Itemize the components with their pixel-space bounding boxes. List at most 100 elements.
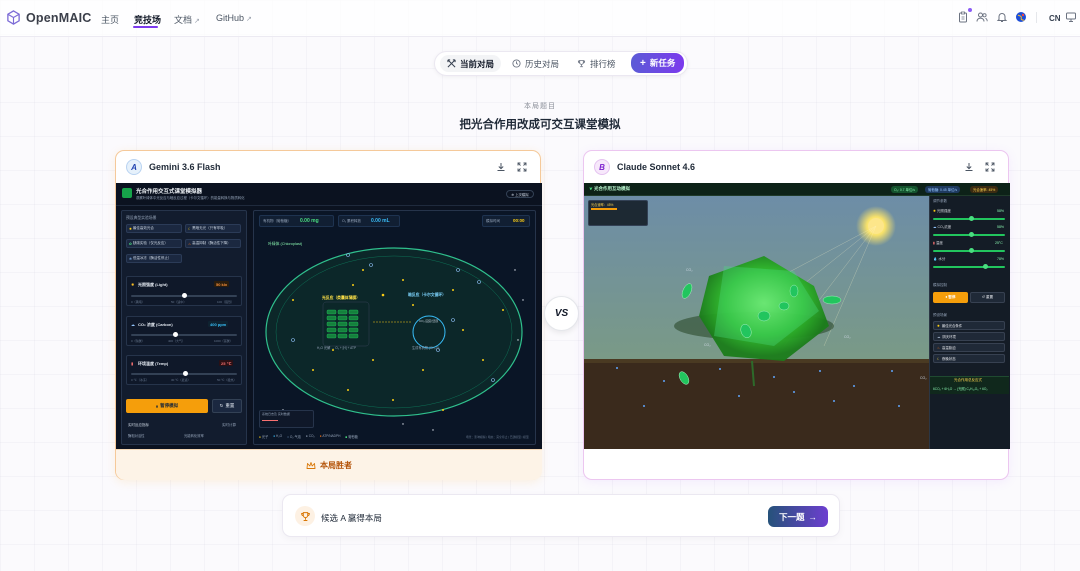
vs-badge: VS — [544, 296, 579, 331]
reset-sim-button[interactable]: ↻ 重置 — [212, 399, 242, 413]
scene-button[interactable]: ☾ 夜晚状态 — [933, 354, 1005, 363]
nav-home-link[interactable]: 主页 — [101, 13, 119, 26]
monitor-icon[interactable] — [1065, 11, 1077, 23]
legend-item: ○ O₂ 气泡 — [287, 435, 301, 439]
next-question-button[interactable]: 下一题 → — [768, 506, 828, 527]
sun-icon: ✹ — [131, 282, 135, 287]
pause-icon: ⏸ — [155, 403, 159, 409]
scene-button[interactable]: ♨ 高温胁迫 — [933, 343, 1005, 352]
language-switch[interactable]: CN — [1049, 14, 1061, 23]
sim-a-top-button[interactable]: ⊕ 上次模拟 — [506, 190, 534, 198]
logo-cube-icon — [7, 10, 20, 25]
candidate-b-card: B Claude Sonnet 4.6 ❦ 光合作用互动模拟 O₂: 0.7 单… — [583, 150, 1010, 480]
preset-chip[interactable]: ☾ 黑暗无光（只有呼吸） — [185, 224, 241, 233]
scene-button[interactable]: ☁ 阴天环境 — [933, 332, 1005, 341]
param-row: ✹ 光照强度 — [933, 209, 951, 213]
svg-text:CO₂: CO₂ — [686, 268, 693, 272]
co2-slider[interactable] — [933, 232, 1005, 237]
light-eq: H₂O 光解 → O₂ + [H] + ATP — [317, 346, 357, 350]
preset-chip[interactable]: ♨ 高温抑制（酶活性下降） — [185, 239, 241, 248]
oxygen-rate-pill: O₂: 0.7 单位/s — [891, 186, 918, 193]
preset-chip[interactable]: ❄ 低温冰冻（酶活性停止） — [126, 254, 182, 263]
params-title: 调节参数 — [933, 199, 947, 203]
fullscreen-icon[interactable] — [985, 162, 995, 172]
trophy-icon — [577, 59, 586, 68]
candidate-b-preview: ❦ 光合作用互动模拟 O₂: 0.7 单位/s 葡萄糖: 0.45 单位/s 光… — [584, 183, 1010, 449]
nav-docs-link[interactable]: 文档 ↗ — [174, 13, 200, 26]
legend-item: ● H₂O — [273, 434, 283, 438]
top-nav: OpenMAIC 主页 竞技场 文档 ↗ GitHub ↗ CN — [0, 0, 1080, 37]
log-label: 系统日志及 实时数据 — [262, 412, 290, 416]
temp-slider[interactable] — [131, 371, 237, 376]
candidate-b-model: Claude Sonnet 4.6 — [617, 162, 696, 172]
active-tab-underline — [133, 26, 158, 28]
candidate-a-preview: 光合作用交互式课堂模拟器 观察叶绿体中光反应与暗反应过程（卡尔文循环）的能量转换… — [116, 183, 542, 449]
legend-item: ● ATP/NADPH — [319, 434, 341, 438]
tick-label: 1000（富碳） — [214, 339, 233, 343]
param-row: 💧 水分 — [933, 257, 946, 261]
control-title: 模拟控制 — [933, 283, 947, 287]
arrow-right-icon: → — [808, 511, 818, 522]
tab-current-match[interactable]: 当前对局 — [440, 55, 502, 72]
tick-label: 0（缺碳） — [131, 339, 145, 343]
preset-chip[interactable]: ✹ 最佳高效光合 — [126, 224, 182, 233]
svg-text:CO₂: CO₂ — [920, 376, 927, 380]
formula-text: 6CO₂ + 6H₂O → (光照) C₆H₁₂O₆ + 6O₂ — [933, 387, 988, 391]
fullscreen-icon[interactable] — [517, 162, 527, 172]
swords-icon — [447, 59, 456, 68]
calvin-inner-label: CO₂ 固定/还原 — [419, 319, 439, 323]
preset-chip[interactable]: ✿ 缺碳实验（仅光反应） — [126, 239, 182, 248]
users-icon[interactable] — [976, 11, 988, 23]
sim-a-footer: 场景：影响模拟 | 暗态：完全停止 | 已建模型 | 模型 — [466, 435, 529, 439]
download-icon[interactable] — [496, 162, 506, 172]
download-icon[interactable] — [964, 162, 974, 172]
clipboard-icon[interactable] — [957, 11, 969, 23]
result-text: 候选 A 赢得本局 — [321, 513, 382, 523]
sim-a-screen: 光合作用交互式课堂模拟器 观察叶绿体中光反应与暗反应过程（卡尔文循环）的能量转换… — [116, 183, 542, 449]
preset-section-label: 预设典型实验场景 — [126, 216, 157, 220]
rate-overlay-bar — [591, 208, 617, 210]
light-slider[interactable] — [933, 216, 1005, 221]
log-bar — [262, 420, 278, 421]
pause-sim-button[interactable]: ⏸ 暂停模拟 — [126, 399, 208, 413]
pause-button[interactable]: ⏸ 暂停 — [933, 292, 968, 303]
metric-row: 光能转化效率 — [184, 434, 204, 438]
tick-label: 400（大气） — [168, 339, 186, 343]
svg-text:CO₂: CO₂ — [844, 335, 851, 339]
nav-arena-link[interactable]: 竞技场 — [134, 13, 161, 26]
candidate-a-model: Gemini 3.6 Flash — [149, 162, 221, 172]
temp-slider[interactable] — [933, 248, 1005, 253]
light-slider[interactable] — [131, 293, 237, 298]
notification-dot — [968, 8, 972, 12]
metric-row: 酶相对活性 — [128, 434, 145, 438]
tab-history[interactable]: 历史对局 — [505, 55, 566, 72]
metrics-right: 实时计算 — [222, 423, 236, 427]
tick-label: 100（强烈） — [217, 300, 235, 304]
co2-value: 400 ppm — [208, 321, 229, 327]
thermometer-icon: ▮ — [131, 361, 134, 366]
water-slider[interactable] — [933, 264, 1005, 269]
dark-eq: 生成有机物 (CH₂O) — [412, 346, 440, 350]
sim-b-screen: ❦ 光合作用互动模拟 O₂: 0.7 单位/s 葡萄糖: 0.45 单位/s 光… — [584, 183, 1010, 449]
avatar-globe-icon[interactable] — [1015, 11, 1027, 23]
trophy-badge — [295, 506, 315, 526]
scene-button[interactable]: ✹ 最佳光合条件 — [933, 321, 1005, 330]
plant-scene: CO₂ CO₂ CO₂ CO₂ — [584, 196, 929, 449]
tab-leaderboard[interactable]: 排行榜 — [570, 55, 623, 72]
new-task-button[interactable]: + 新任务 — [631, 53, 685, 73]
candidate-b-badge: B — [594, 159, 610, 175]
chloroplast-label: 叶绿体 (Chloroplast) — [268, 242, 303, 246]
formula-title: 光合作用总反应式 — [954, 378, 982, 382]
param-row: ☁ CO₂浓度 — [933, 225, 952, 229]
reset-icon: ↻ — [219, 403, 224, 408]
brand-logo[interactable]: OpenMAIC — [6, 10, 92, 25]
reset-button[interactable]: ↺ 重置 — [970, 292, 1005, 303]
nav-github-link[interactable]: GitHub ↗ — [216, 13, 252, 23]
result-bar: 候选 A 赢得本局 下一题 → — [282, 494, 840, 537]
co2-slider[interactable] — [131, 332, 237, 337]
temp-value: 25 ℃ — [219, 360, 234, 366]
bell-icon[interactable] — [996, 11, 1008, 23]
co2-label: CO₂ 浓度 (Carbon) — [138, 322, 173, 327]
light-reaction-label: 光反应（类囊体薄膜） — [322, 296, 360, 300]
trophy-icon — [300, 511, 310, 521]
